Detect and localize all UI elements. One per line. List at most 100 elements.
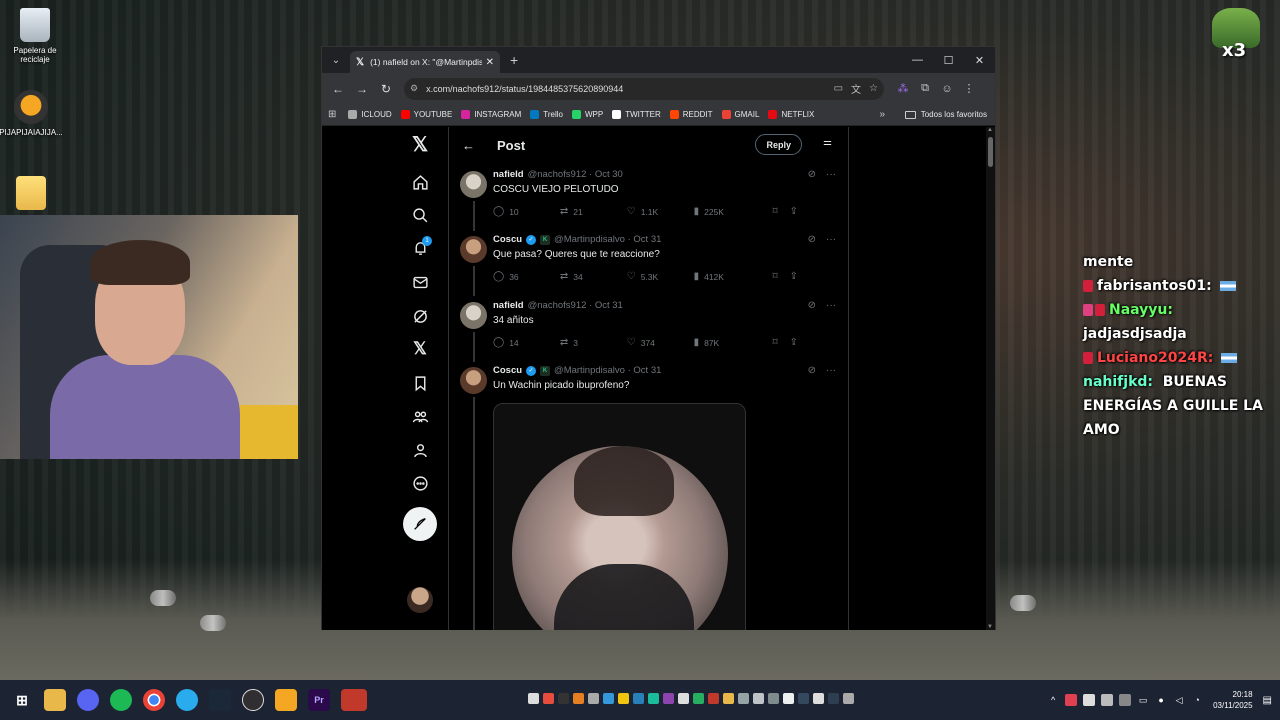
bookmark-youtube[interactable]: YOUTUBE xyxy=(400,110,452,119)
tray-app-icon[interactable] xyxy=(723,693,734,704)
page-scrollbar[interactable]: ▲ ▼ xyxy=(986,127,995,630)
steam-icon[interactable] xyxy=(209,689,231,711)
tweet-date[interactable]: · Oct 31 xyxy=(628,365,662,376)
more-dots-icon[interactable]: ··· xyxy=(826,169,836,180)
tray-app-icon[interactable] xyxy=(798,693,809,704)
volume-icon[interactable]: ◁ xyxy=(1173,694,1185,706)
translate-icon[interactable]: 文 xyxy=(851,81,861,96)
file-explorer-icon[interactable] xyxy=(44,689,66,711)
tray-app-icon[interactable] xyxy=(528,693,539,704)
tweet[interactable]: Coscu ✓ K @Martinpdisalvo · Oct 31 ⊘ ··· U… xyxy=(449,365,848,630)
obs-icon[interactable] xyxy=(242,689,264,711)
network-icon[interactable]: ▭ xyxy=(1137,694,1149,706)
bookmark-instagram[interactable]: INSTAGRAM xyxy=(461,110,521,119)
tab-search-button[interactable]: ⌄ xyxy=(326,50,346,70)
profile-avatar-icon[interactable]: ☺ xyxy=(936,78,958,100)
desktop-icon-recycle-bin[interactable]: Papelera de reciclaje xyxy=(0,8,70,64)
tray-app-icon[interactable] xyxy=(1083,694,1096,706)
telegram-icon[interactable] xyxy=(176,689,198,711)
back-arrow-icon[interactable]: ← xyxy=(326,77,350,101)
tray-app-icon[interactable] xyxy=(678,693,689,704)
tweet[interactable]: nafield @nachofs912 · Oct 30 ⊘ ··· COSCU … xyxy=(449,169,848,231)
tray-app-icon[interactable] xyxy=(828,693,839,704)
repost-action[interactable]: ⇄ 34 xyxy=(560,271,627,282)
bookmarks-icon[interactable] xyxy=(402,368,438,398)
chrome-icon[interactable] xyxy=(143,689,165,711)
desktop-icon-fl-studio[interactable]: PIJAPIJAIAJIJA... xyxy=(0,90,66,137)
bookmark-netflix[interactable]: NETFLIX xyxy=(768,110,814,119)
account-avatar[interactable] xyxy=(407,587,433,613)
tray-app-icon[interactable] xyxy=(558,693,569,704)
tray-app-icon[interactable] xyxy=(693,693,704,704)
scroll-down-icon[interactable]: ▼ xyxy=(987,624,993,630)
bookmark-star-icon[interactable]: ☆ xyxy=(869,83,878,94)
tweet-date[interactable]: · Oct 31 xyxy=(589,300,623,311)
microphone-icon[interactable]: ● xyxy=(1155,694,1167,706)
home-icon[interactable] xyxy=(402,167,438,197)
install-app-icon[interactable]: ▭ xyxy=(834,83,843,94)
grok-icon[interactable]: ⊘ xyxy=(808,300,816,311)
new-tab-button[interactable]: + xyxy=(510,52,518,68)
tweet-video[interactable] xyxy=(493,403,746,630)
tray-app-icon[interactable] xyxy=(633,693,644,704)
notification-center-icon[interactable]: ▤ xyxy=(1263,695,1272,706)
tweet[interactable]: nafield @nachofs912 · Oct 31 ⊘ ··· 34 añi… xyxy=(449,300,848,362)
sliders-icon[interactable]: ⚌ xyxy=(823,137,832,148)
extensions-puzzle-icon[interactable]: ⧉ xyxy=(914,78,936,100)
video-app-icon[interactable] xyxy=(341,689,367,711)
spotify-icon[interactable] xyxy=(110,689,132,711)
bookmark-icon[interactable]: ⌑ xyxy=(772,337,777,348)
tray-app-icon[interactable] xyxy=(738,693,749,704)
bookmark-wpp[interactable]: WPP xyxy=(571,110,603,119)
communities-icon[interactable] xyxy=(402,401,438,431)
browser-tab[interactable]: 𝕏 (1) nafield on X: "@Martinpdisalvo ✕ xyxy=(350,51,500,73)
tray-app-icon[interactable] xyxy=(603,693,614,704)
tray-app-icon[interactable] xyxy=(618,693,629,704)
reply-action[interactable]: ◯ 14 xyxy=(493,337,560,348)
reply-action[interactable]: ◯ 36 xyxy=(493,271,560,282)
like-action[interactable]: ♡ 5.3K xyxy=(627,271,694,282)
like-action[interactable]: ♡ 1.1K xyxy=(627,206,694,217)
tray-app-icon[interactable] xyxy=(1065,694,1078,706)
avatar[interactable] xyxy=(460,171,487,198)
discord-icon[interactable] xyxy=(77,689,99,711)
tab-close-icon[interactable]: ✕ xyxy=(486,57,494,68)
tweet-date[interactable]: · Oct 30 xyxy=(589,169,623,180)
handle[interactable]: @Martinpdisalvo xyxy=(554,365,625,376)
bookmark-gmail[interactable]: GMAIL xyxy=(721,110,759,119)
bookmark-icloud[interactable]: ICLOUD xyxy=(348,110,392,119)
display-name[interactable]: nafield xyxy=(493,300,524,311)
windows-start-icon[interactable]: ⊞ xyxy=(11,689,33,711)
tray-app-icon[interactable] xyxy=(663,693,674,704)
avatar[interactable] xyxy=(460,367,487,394)
fl-studio-taskbar-icon[interactable] xyxy=(275,689,297,711)
handle[interactable]: @nachofs912 xyxy=(528,169,587,180)
menu-kebab-icon[interactable]: ⋮ xyxy=(958,78,980,100)
notifications-bell-icon[interactable]: 1 xyxy=(402,233,438,263)
tray-app-icon[interactable] xyxy=(543,693,554,704)
display-name[interactable]: Coscu xyxy=(493,365,522,376)
address-bar[interactable]: ⚙ x.com/nachofs912/status/19844853756208… xyxy=(404,77,884,100)
display-name[interactable]: nafield xyxy=(493,169,524,180)
premium-x-icon[interactable]: 𝕏 xyxy=(402,334,438,364)
grok-icon[interactable]: ⊘ xyxy=(808,234,816,245)
reload-icon[interactable]: ↻ xyxy=(374,77,398,101)
grok-icon[interactable]: ⊘ xyxy=(808,169,816,180)
clock[interactable]: 20:18 03/11/2025 xyxy=(1213,689,1252,711)
bookmark-icon[interactable]: ⌑ xyxy=(772,271,777,282)
forward-arrow-icon[interactable]: → xyxy=(350,77,374,101)
back-arrow-icon[interactable]: ← xyxy=(462,138,475,153)
more-circle-icon[interactable] xyxy=(402,468,438,498)
tray-app-icon[interactable] xyxy=(1119,694,1132,706)
x-logo-icon[interactable]: 𝕏 xyxy=(402,129,438,159)
tray-app-icon[interactable] xyxy=(588,693,599,704)
scroll-thumb[interactable] xyxy=(988,137,993,167)
minimize-icon[interactable]: — xyxy=(902,47,933,73)
repost-action[interactable]: ⇄ 3 xyxy=(560,337,627,348)
more-dots-icon[interactable]: ··· xyxy=(826,234,836,245)
tray-app-icon[interactable] xyxy=(813,693,824,704)
site-info-icon[interactable]: ⚙ xyxy=(410,83,418,94)
profile-icon[interactable] xyxy=(402,435,438,465)
share-icon[interactable]: ⇪ xyxy=(790,271,798,282)
bookmark-trello[interactable]: Trello xyxy=(530,110,563,119)
